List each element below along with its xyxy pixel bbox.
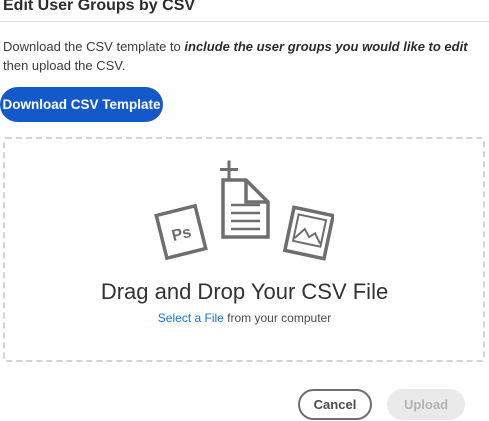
dialog-description: Download the CSV template to include the… <box>3 37 487 75</box>
select-file-rest: from your computer <box>223 311 332 325</box>
download-csv-template-button[interactable]: Download CSV Template <box>0 87 163 122</box>
description-text-end: then upload the CSV. <box>3 58 126 73</box>
upload-button[interactable]: Upload <box>387 389 465 420</box>
photoshop-file-icon: Ps <box>154 203 208 261</box>
select-file-link[interactable]: Select a File <box>158 311 224 325</box>
title-divider <box>0 21 489 22</box>
add-document-icon <box>220 160 270 239</box>
description-emphasis: include the user groups you would like t… <box>184 39 468 54</box>
dialog-title: Edit User Groups by CSV <box>3 0 196 14</box>
upload-illustration: Ps <box>154 160 334 261</box>
cancel-button[interactable]: Cancel <box>298 389 372 420</box>
description-text: Download the CSV template to <box>3 39 185 54</box>
dropzone-subtext: Select a File from your computer <box>0 311 489 325</box>
dropzone-heading: Drag and Drop Your CSV File <box>100 279 389 304</box>
image-file-icon <box>282 205 334 261</box>
